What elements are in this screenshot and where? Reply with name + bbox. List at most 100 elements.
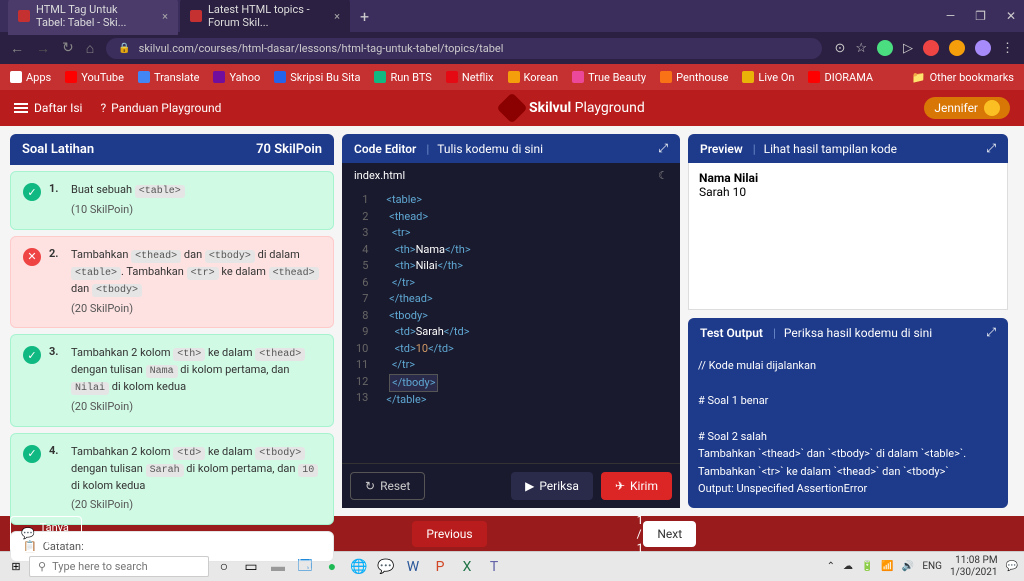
expand-icon[interactable]: ⤢ [986,141,996,156]
file-tab[interactable]: index.html ☾ [342,163,680,188]
tray-icon[interactable]: 🔋 [861,561,873,572]
preview-header: Preview | Lihat hasil tampilan kode ⤢ [688,134,1008,163]
tab-title: HTML Tag Untuk Tabel: Tabel - Ski... [36,3,148,29]
page-indicator: 1 / 1 [637,513,644,555]
theme-toggle-icon[interactable]: ☾ [658,169,668,182]
daftar-isi-button[interactable]: Daftar Isi [14,101,82,115]
start-button[interactable]: ⊞ [6,557,26,577]
search-icon: ⚲ [38,560,46,573]
tray-chevron-icon[interactable]: ⌃ [827,561,835,572]
url-text: skilvul.com/courses/html-dasar/lessons/h… [139,42,504,55]
bookmark-item[interactable]: Skripsi Bu Sita [274,71,360,84]
editor-panel: Code Editor | Tulis kodemu di sini ⤢ ind… [342,134,680,508]
bookmark-apps[interactable]: Apps [10,71,51,84]
reset-icon: ↻ [365,479,375,493]
windows-search[interactable]: ⚲ Type here to search [29,556,209,577]
editor-header: Code Editor | Tulis kodemu di sini ⤢ [342,134,680,163]
check-icon: ✓ [23,183,41,201]
expand-icon[interactable]: ⤢ [986,325,996,340]
wifi-icon[interactable]: 📶 [881,561,893,572]
soal-header: Soal Latihan 70 SkilPoin [10,134,334,165]
app-header: Daftar Isi ? Panduan Playground Skilvul … [0,90,1024,126]
output-header: Test Output | Periksa hasil kodemu di si… [688,318,1008,347]
browser-tab-1[interactable]: HTML Tag Untuk Tabel: Tabel - Ski... × [8,0,178,35]
home-icon[interactable]: ⌂ [86,40,94,57]
task-4: ✓ 4. Tambahkan 2 kolom <td> ke dalam <tb… [10,433,334,525]
skilvul-logo-icon [496,92,527,123]
volume-icon[interactable]: 🔊 [902,561,914,572]
check-icon: ✓ [23,445,41,463]
tab-favicon [190,10,202,22]
bookmark-item[interactable]: YouTube [65,71,124,84]
task-2: ✕ 2. Tambahkan <thead> dan <tbody> di da… [10,236,334,329]
windows-taskbar: ⊞ ⚲ Type here to search ○ ▭ ▬ 🗔 ● 🌐 💬 W … [0,551,1024,581]
bookmarks-bar: Apps YouTube Translate Yahoo Skripsi Bu … [0,64,1024,90]
bookmark-item[interactable]: Live On [742,71,794,84]
next-button[interactable]: Next [643,521,696,547]
tab-title: Latest HTML topics - Forum Skil... [208,3,320,29]
panduan-button[interactable]: ? Panduan Playground [100,101,221,115]
task-3: ✓ 3. Tambahkan 2 kolom <th> ke dalam <th… [10,334,334,427]
bookmark-item[interactable]: Run BTS [374,71,431,84]
chat-icon: 💬 [21,527,35,540]
tanya-forum-button[interactable]: 💬 Tanya Forum [10,516,82,552]
browser-titlebar: HTML Tag Untuk Tabel: Tabel - Ski... × L… [0,0,1024,32]
browser-tab-2[interactable]: Latest HTML topics - Forum Skil... × [180,0,350,35]
test-output: // Kode mulai dijalankan # Soal 1 benar … [688,347,1008,508]
help-icon: ? [100,101,106,115]
search-icon[interactable]: ⊙ [834,41,845,56]
language-indicator[interactable]: ENG [922,561,942,572]
editor-footer: ↻Reset ▶Periksa ✈Kirim [342,463,680,508]
user-badge[interactable]: Jennifer [924,97,1010,119]
bookmark-item[interactable]: Yahoo [213,71,260,84]
code-content[interactable]: <table> <thead> <tr> <th>Nama</th> <th>N… [378,188,680,463]
line-gutter: 12345678910111213 [342,188,378,463]
extension-icon[interactable] [877,40,893,56]
bookmark-item[interactable]: Korean [508,71,559,84]
notifications-icon[interactable]: 💬 [1006,561,1018,572]
check-icon: ✓ [23,346,41,364]
main-content: Soal Latihan 70 SkilPoin ✓ 1. Buat sebua… [0,126,1024,516]
other-bookmarks[interactable]: 📁Other bookmarks [912,71,1014,84]
reset-button[interactable]: ↻Reset [350,472,425,500]
bookmark-item[interactable]: Netflix [446,71,494,84]
browser-addressbar: ← → ↻ ⌂ 🔒 skilvul.com/courses/html-dasar… [0,32,1024,64]
right-panels: Preview | Lihat hasil tampilan kode ⤢ Na… [688,134,1008,508]
previous-button[interactable]: Previous [412,521,486,547]
task-1: ✓ 1. Buat sebuah <table> (10 SkilPoin) [10,171,334,230]
reload-icon[interactable]: ↻ [62,40,74,56]
play-icon: ▶ [525,479,534,493]
bookmark-item[interactable]: True Beauty [572,71,646,84]
back-icon[interactable]: ← [10,40,24,57]
soal-panel: Soal Latihan 70 SkilPoin ✓ 1. Buat sebua… [10,134,334,508]
code-editor[interactable]: 12345678910111213 <table> <thead> <tr> <… [342,188,680,463]
periksa-button[interactable]: ▶Periksa [511,472,593,500]
expand-icon[interactable]: ⤢ [658,141,668,156]
url-input[interactable]: 🔒 skilvul.com/courses/html-dasar/lessons… [106,38,822,59]
close-window-icon[interactable]: ✕ [1006,9,1016,23]
onedrive-icon[interactable]: ☁ [843,561,853,572]
menu-icon[interactable]: ⋮ [1001,41,1014,56]
extension-icon[interactable] [923,40,939,56]
hamburger-icon [14,103,28,113]
star-icon[interactable]: ☆ [855,41,867,56]
send-icon: ✈ [615,479,625,493]
brand-logo: Skilvul Playground [501,97,645,119]
extension-icon[interactable]: ▷ [903,41,913,56]
close-icon[interactable]: × [162,10,168,23]
bookmark-item[interactable]: DIORAMA [808,71,873,84]
forward-icon[interactable]: → [36,40,50,57]
kirim-button[interactable]: ✈Kirim [601,472,672,500]
minimize-icon[interactable]: — [946,9,955,23]
profile-icon[interactable] [975,40,991,56]
lock-icon: 🔒 [118,43,130,54]
new-tab-button[interactable]: + [352,7,377,26]
bookmark-item[interactable]: Translate [138,71,200,84]
close-icon[interactable]: × [334,10,340,23]
avatar [984,100,1000,116]
bookmark-item[interactable]: Penthouse [660,71,728,84]
extension-icon[interactable] [949,40,965,56]
maximize-icon[interactable]: ❐ [975,9,986,23]
cross-icon: ✕ [23,248,41,266]
preview-frame: Nama Nilai Sarah 10 [688,163,1008,310]
